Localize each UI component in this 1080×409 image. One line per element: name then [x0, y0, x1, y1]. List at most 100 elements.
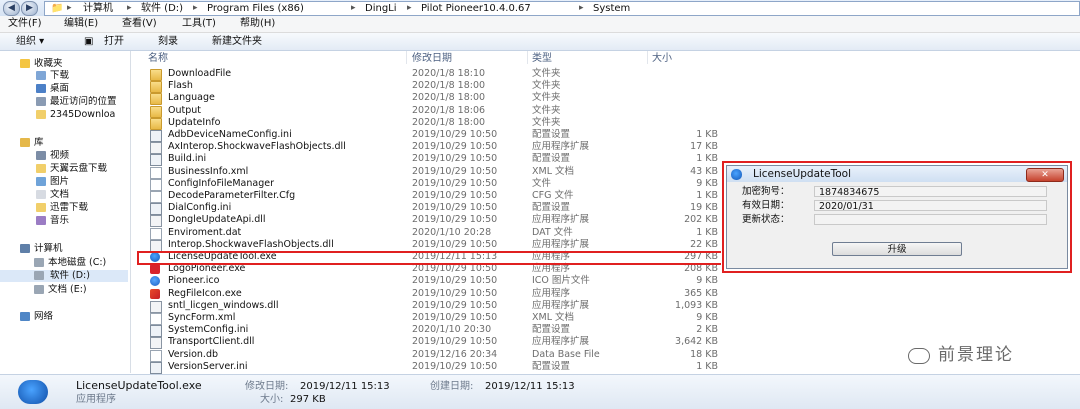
file-row[interactable]: Pioneer.ico 2019/10/29 10:50 ICO 图片文件 9 KB	[131, 275, 721, 287]
file-name: Build.ini	[168, 153, 207, 165]
file-modified-date: 2019/10/29 10:50	[412, 165, 498, 177]
file-row[interactable]: UpdateInfo 2020/1/8 18:00 文件夹	[131, 116, 721, 130]
file-modified-date: 2019/10/29 10:50	[412, 312, 498, 323]
chevron-right-icon[interactable]: ▸	[127, 2, 132, 15]
menu-tools[interactable]: 工具(T)	[182, 18, 216, 30]
file-size: 22 KB	[690, 238, 718, 250]
modified-date-label: 修改日期:	[245, 381, 289, 392]
menu-edit[interactable]: 编辑(E)	[64, 18, 98, 30]
nav-downloads[interactable]: 下载	[36, 70, 128, 82]
nav-favorites[interactable]: 收藏夹	[20, 58, 128, 70]
file-row[interactable]: Output 2020/1/8 18:06 文件夹	[131, 104, 721, 118]
breadcrumb-item-system[interactable]: System	[593, 2, 630, 15]
dll-file-icon	[150, 300, 162, 313]
column-header-date[interactable]: 修改日期	[412, 53, 452, 64]
menu-help[interactable]: 帮助(H)	[240, 18, 275, 30]
chevron-right-icon[interactable]: ▸	[407, 2, 412, 15]
close-button[interactable]: ✕	[1026, 168, 1064, 182]
expiry-date-field[interactable]: 2020/01/31	[814, 200, 1047, 212]
file-row[interactable]: DownloadFile 2020/1/8 18:10 文件夹	[131, 68, 721, 81]
size-value: 297 KB	[290, 394, 326, 405]
nav-network[interactable]: 网络	[20, 311, 128, 323]
nav-libraries[interactable]: 库	[20, 137, 128, 149]
file-name: UpdateInfo	[168, 116, 221, 128]
file-modified-date: 2020/1/10 20:30	[412, 324, 492, 336]
breadcrumb-item-computer[interactable]: 计算机	[83, 2, 113, 15]
file-name: AxInterop.ShockwaveFlashObjects.dll	[168, 141, 346, 153]
burn-button[interactable]: 刻录	[158, 36, 178, 48]
column-header-size[interactable]: 大小	[652, 53, 672, 64]
file-row[interactable]: VersionServer.ini 2019/10/29 10:50 配置设置 1 K…	[131, 360, 721, 374]
file-modified-date: 2019/10/29 10:50	[412, 202, 498, 214]
file-size: 1 KB	[696, 226, 718, 238]
nav-desktop[interactable]: 桌面	[36, 83, 128, 95]
forward-arrow-icon[interactable]: ▶	[21, 1, 38, 16]
file-row[interactable]: TransportClient.dll 2019/10/29 10:50 应用程序扩…	[131, 336, 721, 350]
nav-xunlei-download[interactable]: 迅雷下载	[36, 202, 128, 214]
file-row[interactable]: Language 2020/1/8 18:00 文件夹	[131, 92, 721, 106]
column-header-type[interactable]: 类型	[532, 53, 552, 64]
watermark-text: 前景理论	[938, 345, 1014, 365]
file-type: 配置设置	[532, 360, 571, 372]
chevron-right-icon[interactable]: ▸	[193, 2, 198, 15]
menu-view[interactable]: 查看(V)	[122, 18, 157, 30]
update-status-field[interactable]	[814, 214, 1047, 225]
file-row[interactable]: Build.ini 2019/10/29 10:50 配置设置 1 KB	[131, 153, 721, 167]
open-button[interactable]: 打开	[104, 36, 124, 48]
upgrade-button[interactable]: 升级	[832, 242, 962, 256]
file-row[interactable]: SystemConfig.ini 2020/1/10 20:30 配置设置 2 KB	[131, 324, 721, 338]
breadcrumb-item-pilot-pioneer[interactable]: Pilot Pioneer10.4.0.67	[421, 2, 531, 15]
file-type: 配置设置	[532, 153, 571, 165]
nav-local-disk-c[interactable]: 本地磁盘 (C:)	[34, 257, 128, 269]
file-row[interactable]: DongleUpdateApi.dll 2019/10/29 10:50 应用程序扩…	[131, 214, 721, 228]
nav-doc-e[interactable]: 文档 (E:)	[34, 284, 128, 296]
menu-file[interactable]: 文件(F)	[8, 18, 42, 30]
file-row[interactable]: AxInterop.ShockwaveFlashObjects.dll 2019/…	[131, 141, 721, 155]
file-row[interactable]: SyncForm.xml 2019/10/29 10:50 XML 文档 9 KB	[131, 312, 721, 325]
file-row[interactable]: ConfigInfoFileManager 2019/10/29 10:50 文件 9…	[131, 178, 721, 191]
nav-music[interactable]: 音乐	[36, 215, 128, 227]
column-divider[interactable]	[527, 51, 528, 64]
file-modified-date: 2020/1/8 18:06	[412, 104, 486, 116]
back-arrow-icon[interactable]: ◀	[3, 1, 20, 16]
file-row[interactable]: Version.db 2019/12/16 20:34 Data Base File…	[131, 349, 721, 362]
nav-video[interactable]: 视频	[36, 150, 128, 162]
breadcrumb-item-dingli[interactable]: DingLi	[365, 2, 397, 15]
column-divider[interactable]	[647, 51, 648, 64]
nav-soft-d[interactable]: 软件 (D:)	[0, 270, 128, 282]
file-modified-date: 2019/10/29 10:50	[412, 153, 498, 165]
chevron-right-icon[interactable]: ▸	[351, 2, 356, 15]
organize-button[interactable]: 组织 ▾	[16, 36, 44, 48]
encrypt-dog-label: 加密狗号：	[742, 186, 790, 197]
file-type: CFG 文件	[532, 190, 574, 201]
breadcrumb-item-program-files[interactable]: Program Files (x86)	[207, 2, 304, 15]
chevron-right-icon[interactable]: ▸	[67, 2, 72, 15]
nav-documents[interactable]: 文档	[36, 189, 128, 201]
breadcrumb-item-drive-d[interactable]: 软件 (D:)	[141, 2, 183, 15]
nav-computer[interactable]: 计算机	[20, 243, 128, 255]
file-name: DongleUpdateApi.dll	[168, 214, 266, 226]
new-folder-button[interactable]: 新建文件夹	[212, 36, 262, 48]
nav-recent[interactable]: 最近访问的位置	[36, 96, 128, 108]
nav-tianyi-download[interactable]: 天翼云盘下载	[36, 163, 128, 175]
encrypt-dog-field[interactable]: 1874834675	[814, 186, 1047, 198]
file-row[interactable]: Flash 2020/1/8 18:00 文件夹	[131, 80, 721, 94]
breadcrumb[interactable]: 📁 ▸ 计算机 ▸ 软件 (D:) ▸ Program Files (x86) …	[44, 1, 1080, 16]
chevron-right-icon[interactable]: ▸	[579, 2, 584, 15]
column-divider[interactable]	[406, 51, 407, 64]
file-row[interactable]: Interop.ShockwaveFlashObjects.dll 2019/10…	[131, 238, 721, 252]
file-row[interactable]: BusinessInfo.xml 2019/10/29 10:50 XML 文档 43…	[131, 165, 721, 179]
column-header-name[interactable]: 名称	[148, 53, 168, 64]
file-name: DialConfig.ini	[168, 202, 232, 214]
nav-pictures[interactable]: 图片	[36, 176, 128, 188]
file-row[interactable]: sntl_licgen_windows.dll 2019/10/29 10:50 应…	[131, 300, 721, 313]
file-row[interactable]: DecodeParameterFilter.Cfg 2019/10/29 10:5…	[131, 190, 721, 203]
nav-2345download[interactable]: 2345Downloa	[36, 109, 128, 121]
file-row[interactable]: RegFileIcon.exe 2019/10/29 10:50 应用程序 365 K…	[131, 288, 721, 300]
file-row[interactable]: DialConfig.ini 2019/10/29 10:50 配置设置 19 KB	[131, 202, 721, 216]
config-file-icon	[150, 130, 162, 142]
app-icon: ▣	[84, 36, 94, 47]
file-row[interactable]: AdbDeviceNameConfig.ini 2019/10/29 10:50 配…	[131, 129, 721, 142]
dialog-title-bar[interactable]: LicenseUpdateTool ✕	[727, 166, 1067, 182]
file-row[interactable]: Enviroment.dat 2020/1/10 20:28 DAT 文件 1 KB	[131, 226, 721, 240]
